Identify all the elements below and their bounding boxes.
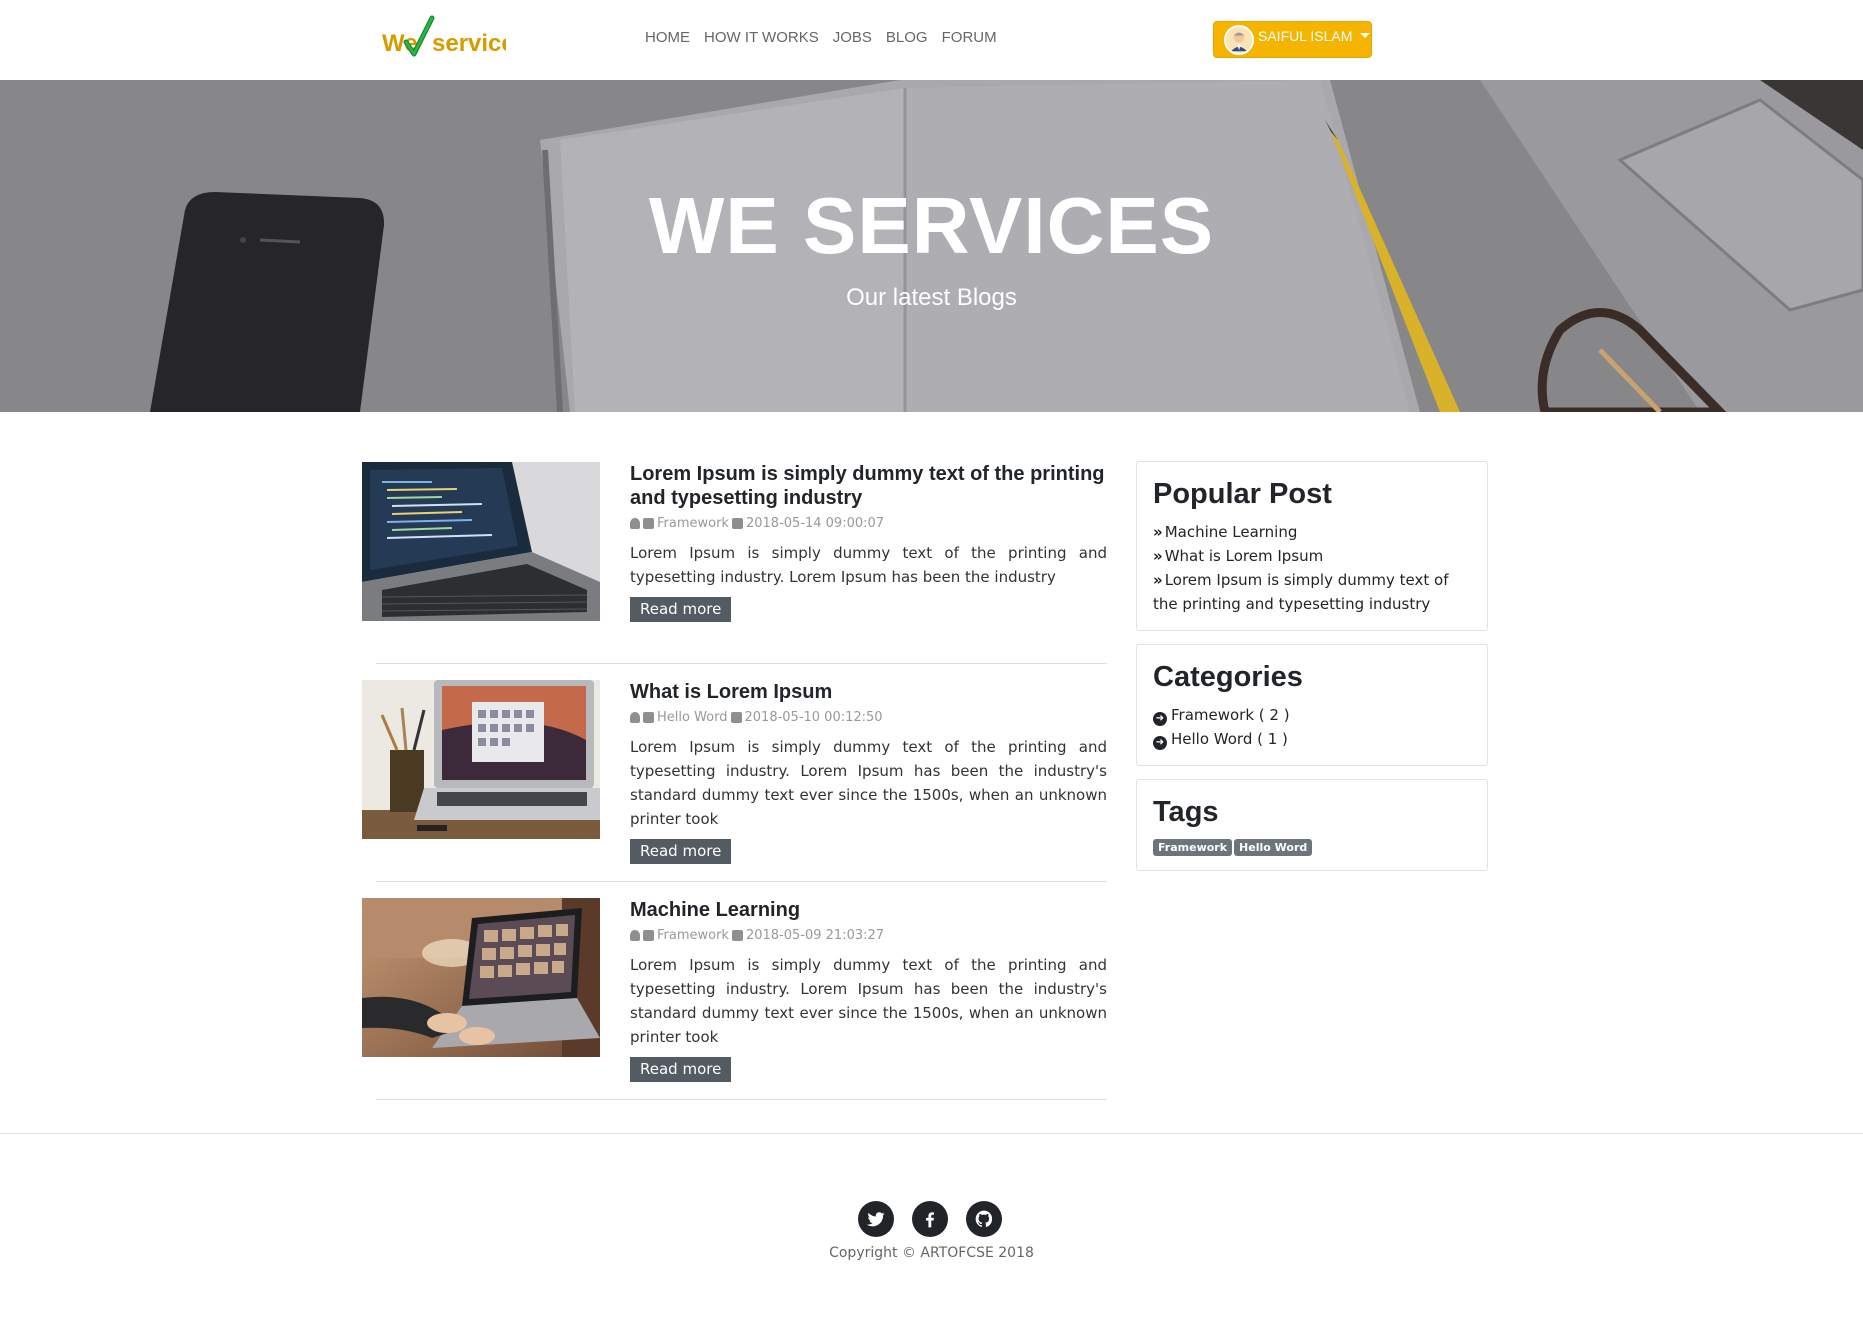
user-menu-button[interactable]: SAIFUL ISLAM (1213, 21, 1372, 58)
post-title[interactable]: Machine Learning (630, 898, 1107, 922)
blog-post: What is Lorem Ipsum Hello Word 2018-05-1… (362, 680, 1107, 898)
folder-icon (643, 518, 654, 529)
nav-forum[interactable]: FORUM (942, 29, 997, 46)
brand-logo[interactable]: We services (382, 14, 506, 62)
chevron-down-icon (1360, 33, 1371, 38)
post-thumbnail[interactable] (362, 898, 600, 1057)
tags-heading: Tags (1153, 796, 1219, 828)
post-date: 2018-05-10 00:12:50 (744, 710, 883, 725)
post-date: 2018-05-09 21:03:27 (745, 928, 885, 943)
post-category[interactable]: Framework (657, 928, 729, 943)
nav-how-it-works[interactable]: HOW IT WORKS (704, 29, 819, 46)
user-name: SAIFUL ISLAM (1258, 27, 1353, 44)
calendar-icon (731, 930, 743, 941)
logo-checkmark-icon: We services (382, 15, 506, 57)
blog-post: Machine Learning Framework 2018-05-09 21… (362, 898, 1107, 1116)
social-links (858, 1201, 1002, 1237)
blog-post-list: Lorem Ipsum is simply dummy text of the … (362, 462, 1107, 1116)
user-icon (630, 930, 640, 941)
twitter-icon[interactable] (858, 1201, 894, 1237)
post-date: 2018-05-14 09:00:07 (745, 516, 885, 531)
main-nav: HOME HOW IT WORKS JOBS BLOG FORUM (645, 29, 997, 46)
user-icon (630, 712, 640, 723)
post-meta: Framework 2018-05-14 09:00:07 (630, 516, 1107, 531)
read-more-button[interactable]: Read more (630, 839, 732, 864)
footer-divider (0, 1133, 1863, 1134)
post-excerpt: Lorem Ipsum is simply dummy text of the … (630, 956, 1107, 1046)
nav-blog[interactable]: BLOG (886, 29, 928, 46)
hero-title: WE SERVICES (648, 181, 1215, 270)
post-excerpt: Lorem Ipsum is simply dummy text of the … (630, 738, 1107, 828)
category-link[interactable]: ➜ Framework ( 2 ) (1153, 703, 1471, 727)
typing-laptop-photo (362, 898, 600, 1057)
arrow-circle-right-icon: ➜ (1153, 712, 1167, 726)
post-title[interactable]: What is Lorem Ipsum (630, 680, 1107, 704)
read-more-button[interactable]: Read more (630, 1057, 732, 1082)
categories-heading: Categories (1153, 661, 1303, 693)
categories-card: Categories ➜ Framework ( 2 ) ➜ Hello Word … (1136, 644, 1488, 766)
post-divider (376, 1099, 1107, 1100)
folder-icon (643, 712, 654, 723)
post-body: Lorem Ipsum is simply dummy text of the … (630, 462, 1107, 622)
navbar: We services HOME HOW IT WORKS JOBS BLOG … (0, 0, 1863, 80)
arrow-circle-right-icon: ➜ (1153, 736, 1167, 750)
hero-subtitle: Our latest Blogs (846, 284, 1017, 311)
svg-text:services: services (432, 30, 506, 57)
post-thumbnail[interactable] (362, 680, 600, 839)
popular-posts-heading: Popular Post (1153, 478, 1332, 510)
hero-banner: WE SERVICES Our latest Blogs (0, 80, 1863, 412)
post-excerpt: Lorem Ipsum is simply dummy text of the … (630, 544, 1107, 586)
post-meta: Hello Word 2018-05-10 00:12:50 (630, 710, 1107, 725)
calendar-icon (731, 518, 743, 529)
user-icon (630, 518, 640, 529)
avatar-icon (1224, 24, 1254, 55)
post-divider (376, 663, 1107, 664)
nav-jobs[interactable]: JOBS (833, 29, 872, 46)
github-icon[interactable] (966, 1201, 1002, 1237)
post-divider (376, 881, 1107, 882)
popular-posts-card: Popular Post » Machine Learning » What is … (1136, 461, 1488, 631)
popular-post-link[interactable]: » Machine Learning (1153, 520, 1471, 544)
double-chevron-right-icon: » (1153, 547, 1163, 565)
tag-badge[interactable]: Hello Word (1234, 839, 1313, 856)
sidebar: Popular Post » Machine Learning » What is … (1136, 461, 1488, 884)
post-body: Machine Learning Framework 2018-05-09 21… (630, 898, 1107, 1082)
copyright-text: Copyright © ARTOFCSE 2018 (829, 1245, 1034, 1261)
post-body: What is Lorem Ipsum Hello Word 2018-05-1… (630, 680, 1107, 864)
post-category[interactable]: Hello Word (657, 710, 728, 725)
facebook-icon[interactable] (912, 1201, 948, 1237)
post-meta: Framework 2018-05-09 21:03:27 (630, 928, 1107, 943)
post-thumbnail[interactable] (362, 462, 600, 621)
macbook-desk-photo (362, 680, 600, 839)
tags-card: Tags Framework Hello Word (1136, 779, 1488, 871)
double-chevron-right-icon: » (1153, 571, 1163, 589)
calendar-icon (730, 712, 742, 723)
blog-post: Lorem Ipsum is simply dummy text of the … (362, 462, 1107, 680)
post-category[interactable]: Framework (657, 516, 729, 531)
laptop-code-photo (362, 462, 600, 621)
popular-post-link[interactable]: » What is Lorem Ipsum (1153, 544, 1471, 568)
popular-post-link[interactable]: » Lorem Ipsum is simply dummy text of the… (1153, 568, 1471, 616)
post-title[interactable]: Lorem Ipsum is simply dummy text of the … (630, 462, 1107, 510)
double-chevron-right-icon: » (1153, 523, 1163, 541)
category-link[interactable]: ➜ Hello Word ( 1 ) (1153, 727, 1471, 751)
nav-home[interactable]: HOME (645, 29, 690, 46)
read-more-button[interactable]: Read more (630, 597, 732, 622)
tag-badge[interactable]: Framework (1153, 839, 1233, 856)
folder-icon (643, 930, 654, 941)
